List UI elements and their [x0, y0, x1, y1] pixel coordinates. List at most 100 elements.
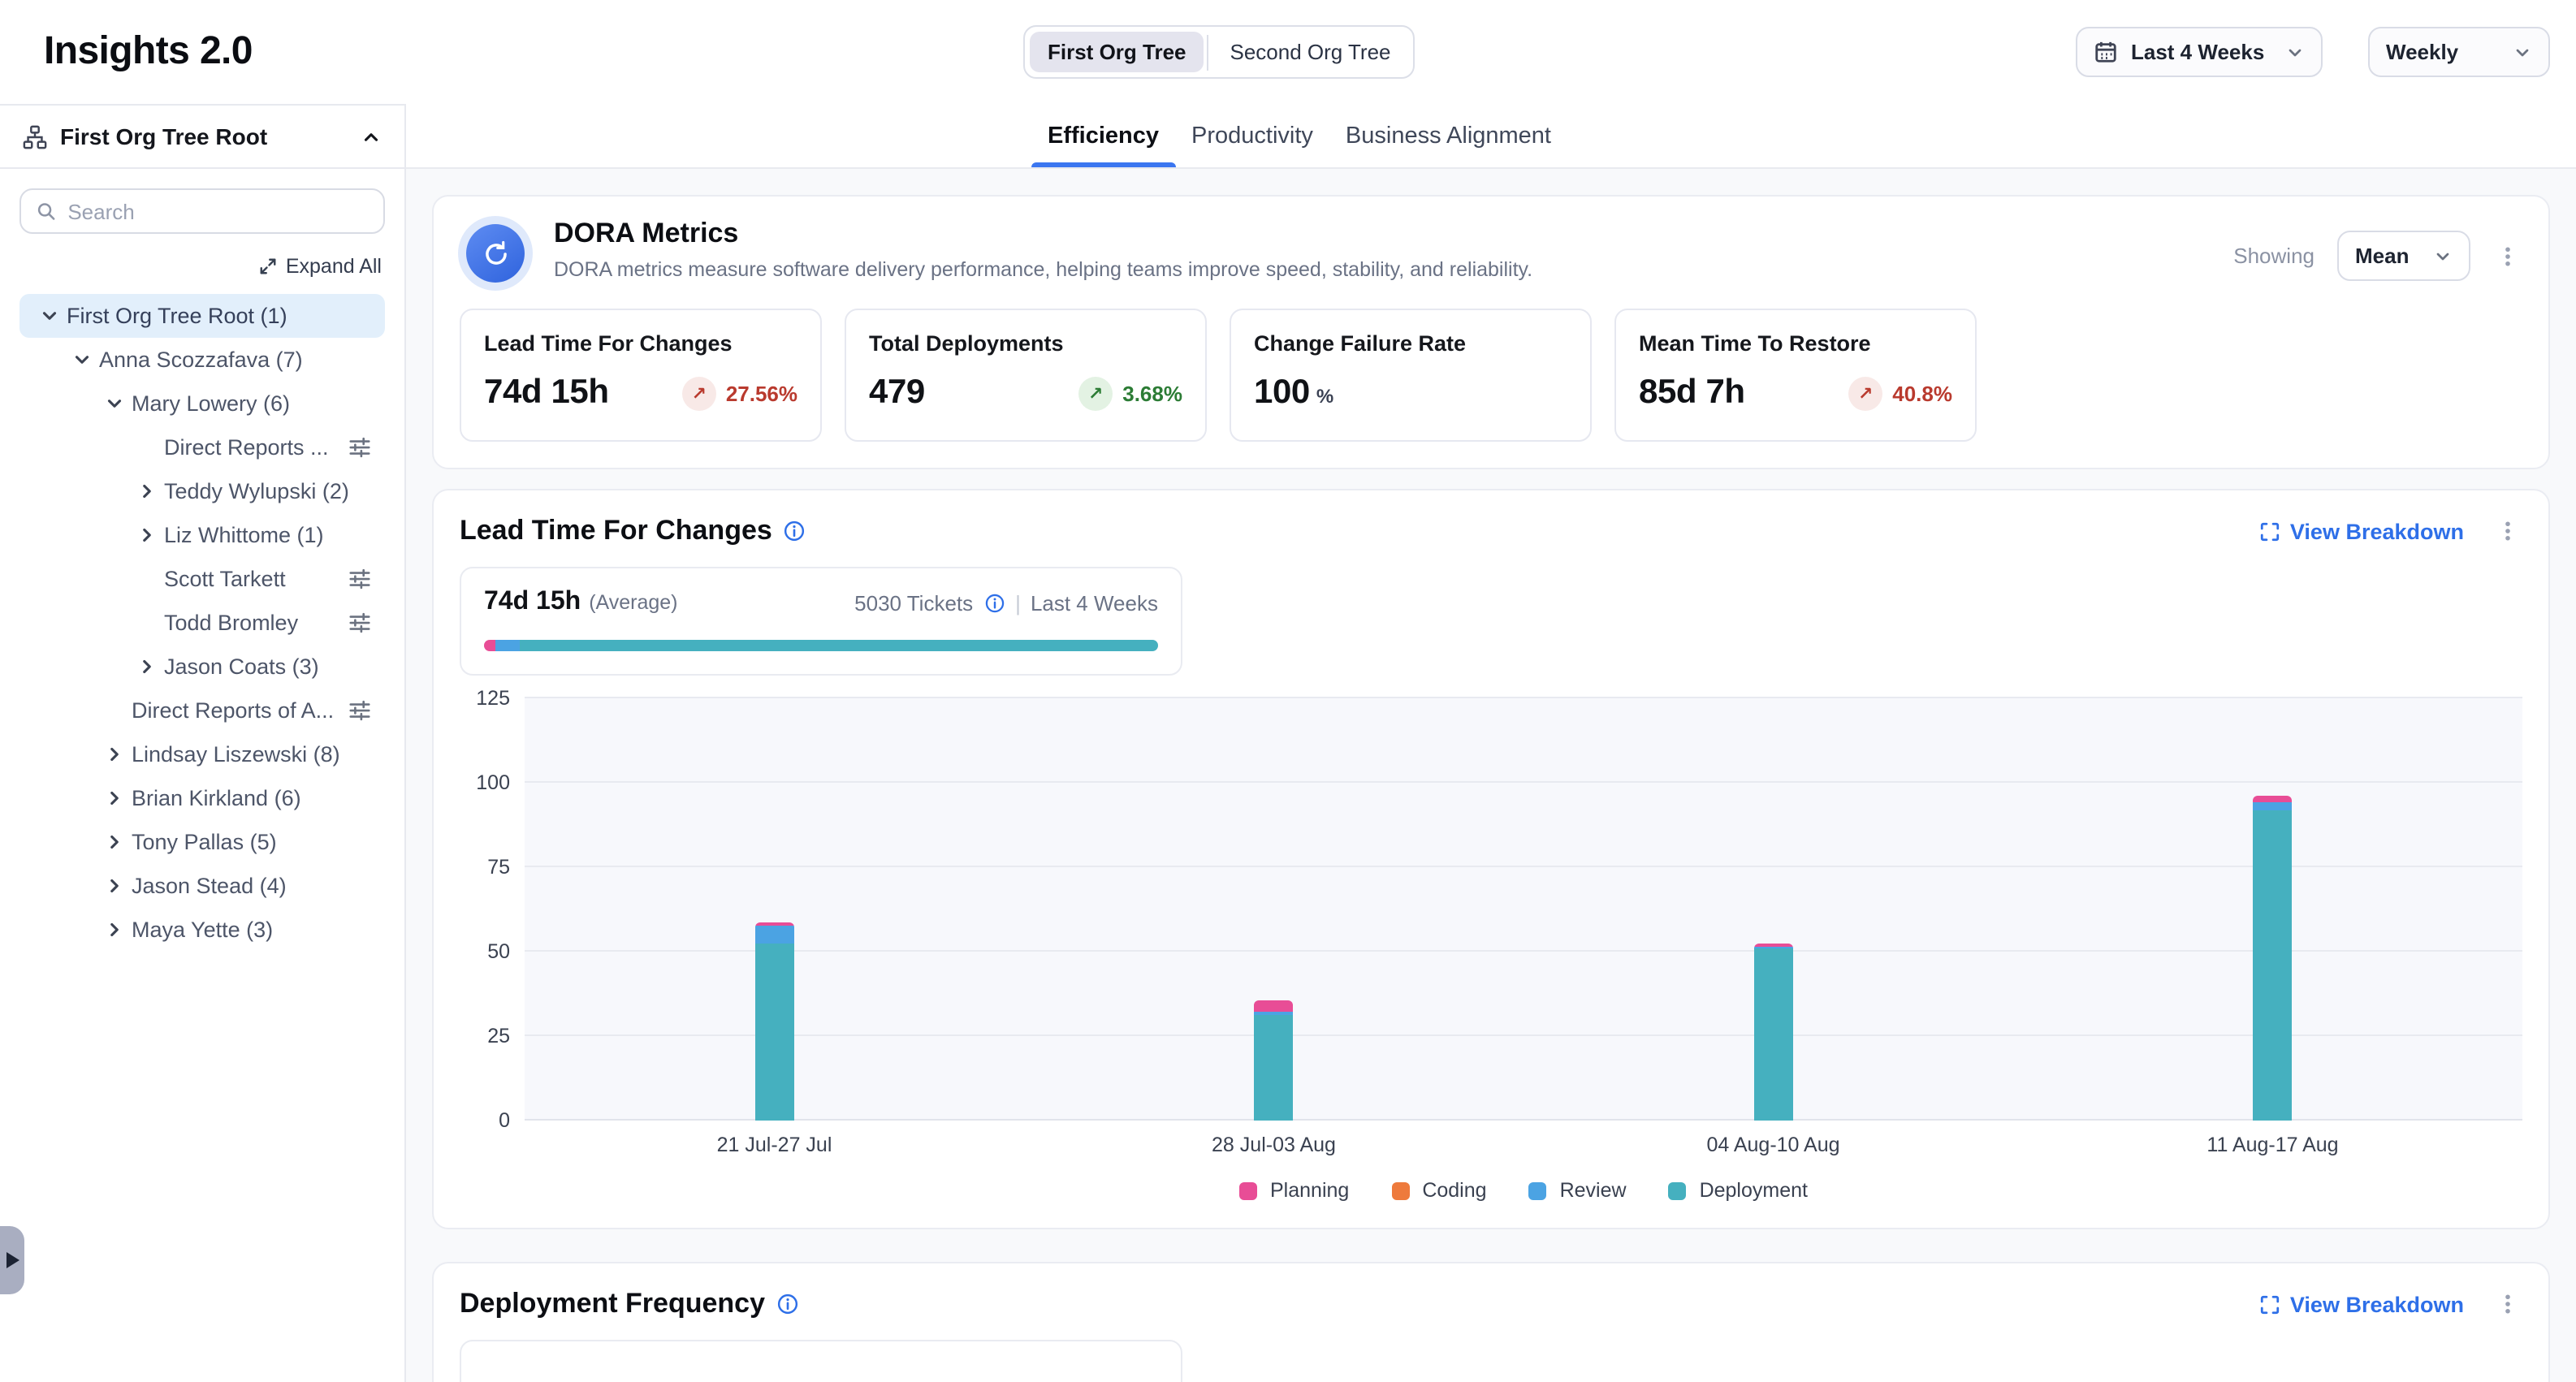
bar-segment-deployment — [2254, 810, 2293, 1121]
tree-item[interactable]: Maya Yette (3) — [19, 908, 385, 952]
date-range-value: Last 4 Weeks — [2131, 40, 2264, 64]
tree-item[interactable]: Liz Whittome (1) — [19, 513, 385, 557]
kebab-menu-icon[interactable] — [2493, 515, 2522, 547]
phase-distribution-bar — [484, 640, 1158, 651]
y-axis-label: 25 — [487, 1025, 510, 1047]
tab[interactable]: Productivity — [1175, 104, 1329, 167]
tree-item[interactable]: First Org Tree Root (1) — [19, 294, 385, 338]
search-input[interactable] — [67, 199, 369, 223]
chevron-down-icon — [2285, 42, 2305, 62]
kebab-menu-icon[interactable] — [2493, 240, 2522, 272]
tree-item[interactable]: Scott Tarkett — [19, 557, 385, 601]
tree-item-label: Tony Pallas (5) — [132, 830, 277, 854]
tree-item[interactable]: Mary Lowery (6) — [19, 382, 385, 425]
chart-bar-group — [2023, 698, 2522, 1121]
tree-item[interactable]: Brian Kirkland (6) — [19, 776, 385, 820]
tree-chevron[interactable] — [135, 480, 158, 503]
view-breakdown-button[interactable]: View Breakdown — [2259, 1292, 2464, 1316]
tree-chevron[interactable] — [70, 348, 93, 371]
tree-item[interactable]: Anna Scozzafava (7) — [19, 338, 385, 382]
chart-bar-group — [1024, 698, 1524, 1121]
tree-chevron[interactable] — [102, 743, 125, 766]
legend-swatch — [1669, 1181, 1687, 1199]
top-header: Insights 2.0 First Org TreeSecond Org Tr… — [0, 0, 2576, 104]
tab[interactable]: Efficiency — [1031, 104, 1175, 167]
legend-swatch — [1391, 1181, 1409, 1199]
info-icon[interactable] — [776, 1293, 799, 1315]
tree-item-label: Maya Yette (3) — [132, 918, 273, 942]
sidebar-collapse-handle[interactable] — [0, 1226, 24, 1294]
expand-all-icon — [258, 257, 278, 276]
tree-chevron[interactable] — [102, 831, 125, 853]
view-breakdown-button[interactable]: View Breakdown — [2259, 519, 2464, 543]
metric-card-value: 479 — [869, 374, 925, 412]
tree-chevron[interactable] — [102, 918, 125, 941]
tree-item[interactable]: Direct Reports ... — [19, 425, 385, 469]
info-icon[interactable] — [984, 592, 1005, 613]
search-icon — [36, 200, 56, 222]
active-tab-underline — [1031, 162, 1175, 167]
chart-bar-group — [1524, 698, 2023, 1121]
tree-item[interactable]: Jason Stead (4) — [19, 864, 385, 908]
kebab-menu-icon[interactable] — [2493, 1288, 2522, 1320]
tree-item-label: Lindsay Liszewski (8) — [132, 742, 340, 767]
y-axis: 0255075100125 — [460, 698, 525, 1121]
tree-chevron[interactable] — [135, 655, 158, 678]
filter-sliders-icon[interactable] — [348, 435, 372, 460]
tree-item[interactable]: Jason Coats (3) — [19, 645, 385, 689]
tickets-count: 5030 Tickets — [854, 590, 973, 615]
tree-item[interactable]: Todd Bromley — [19, 601, 385, 645]
tab[interactable]: Business Alignment — [1329, 104, 1567, 167]
tree-chevron[interactable] — [102, 875, 125, 897]
calendar-icon — [2094, 40, 2118, 64]
tree-chevron[interactable] — [135, 524, 158, 546]
date-range-select[interactable]: Last 4 Weeks — [2076, 27, 2323, 77]
chevron-up-icon[interactable] — [361, 126, 382, 147]
dora-subtitle: DORA metrics measure software delivery p… — [554, 258, 1532, 281]
header-controls: Last 4 Weeks Weekly — [2076, 27, 2550, 77]
tree-item[interactable]: Tony Pallas (5) — [19, 820, 385, 864]
filter-sliders-icon[interactable] — [348, 698, 372, 723]
legend-item-deployment[interactable]: Deployment — [1669, 1179, 1808, 1202]
granularity-select[interactable]: Weekly — [2368, 27, 2550, 77]
x-axis-label: 04 Aug-10 Aug — [1524, 1134, 2023, 1156]
chevron-down-icon — [2433, 246, 2453, 266]
tree-chevron[interactable] — [135, 611, 158, 634]
legend-swatch — [1239, 1181, 1257, 1199]
org-tree-toggle: First Org TreeSecond Org Tree — [1023, 25, 1416, 79]
tab-label: Efficiency — [1048, 123, 1159, 149]
summary-period: Last 4 Weeks — [1031, 590, 1158, 615]
filter-sliders-icon[interactable] — [348, 611, 372, 635]
org-toggle-button[interactable]: Second Org Tree — [1212, 32, 1409, 72]
dora-title: DORA Metrics — [554, 218, 1532, 250]
metric-card-value: 100% — [1254, 374, 1333, 412]
info-icon[interactable] — [784, 520, 806, 542]
lead-time-summary-card: 74d 15h (Average) 5030 Tickets — [460, 567, 1182, 676]
org-toggle-button[interactable]: First Org Tree — [1030, 32, 1204, 72]
legend-item-planning[interactable]: Planning — [1239, 1179, 1349, 1202]
expand-all-button[interactable]: Expand All — [19, 255, 382, 278]
tree-item[interactable]: Teddy Wylupski (2) — [19, 469, 385, 513]
metric-card: Mean Time To Restore 85d 7h ↗ 40.8% — [1614, 309, 1977, 442]
tree-item[interactable]: Lindsay Liszewski (8) — [19, 732, 385, 776]
tree-chevron[interactable] — [135, 568, 158, 590]
org-tree: First Org Tree Root (1) Anna Scozzafava … — [19, 294, 385, 952]
filter-sliders-icon[interactable] — [348, 567, 372, 591]
tree-chevron[interactable] — [102, 787, 125, 810]
tree-chevron[interactable] — [37, 304, 60, 327]
tree-item[interactable]: Direct Reports of A... — [19, 689, 385, 732]
deployment-frequency-summary-card — [460, 1340, 1182, 1382]
x-axis-label: 21 Jul-27 Jul — [525, 1134, 1024, 1156]
tree-chevron[interactable] — [135, 436, 158, 459]
tree-chevron[interactable] — [102, 699, 125, 722]
legend-item-review[interactable]: Review — [1529, 1179, 1627, 1202]
trend-up-icon: ↗ — [1088, 382, 1103, 404]
aggregation-select[interactable]: Mean — [2337, 231, 2470, 281]
legend-item-coding[interactable]: Coding — [1391, 1179, 1486, 1202]
metric-delta-value: 40.8% — [1892, 381, 1952, 405]
tree-chevron[interactable] — [102, 392, 125, 415]
tree-item-label: Scott Tarkett — [164, 567, 286, 591]
legend-swatch — [1529, 1181, 1547, 1199]
deployment-frequency-panel: Deployment Frequency — [432, 1262, 2550, 1382]
x-axis-label: 11 Aug-17 Aug — [2023, 1134, 2522, 1156]
